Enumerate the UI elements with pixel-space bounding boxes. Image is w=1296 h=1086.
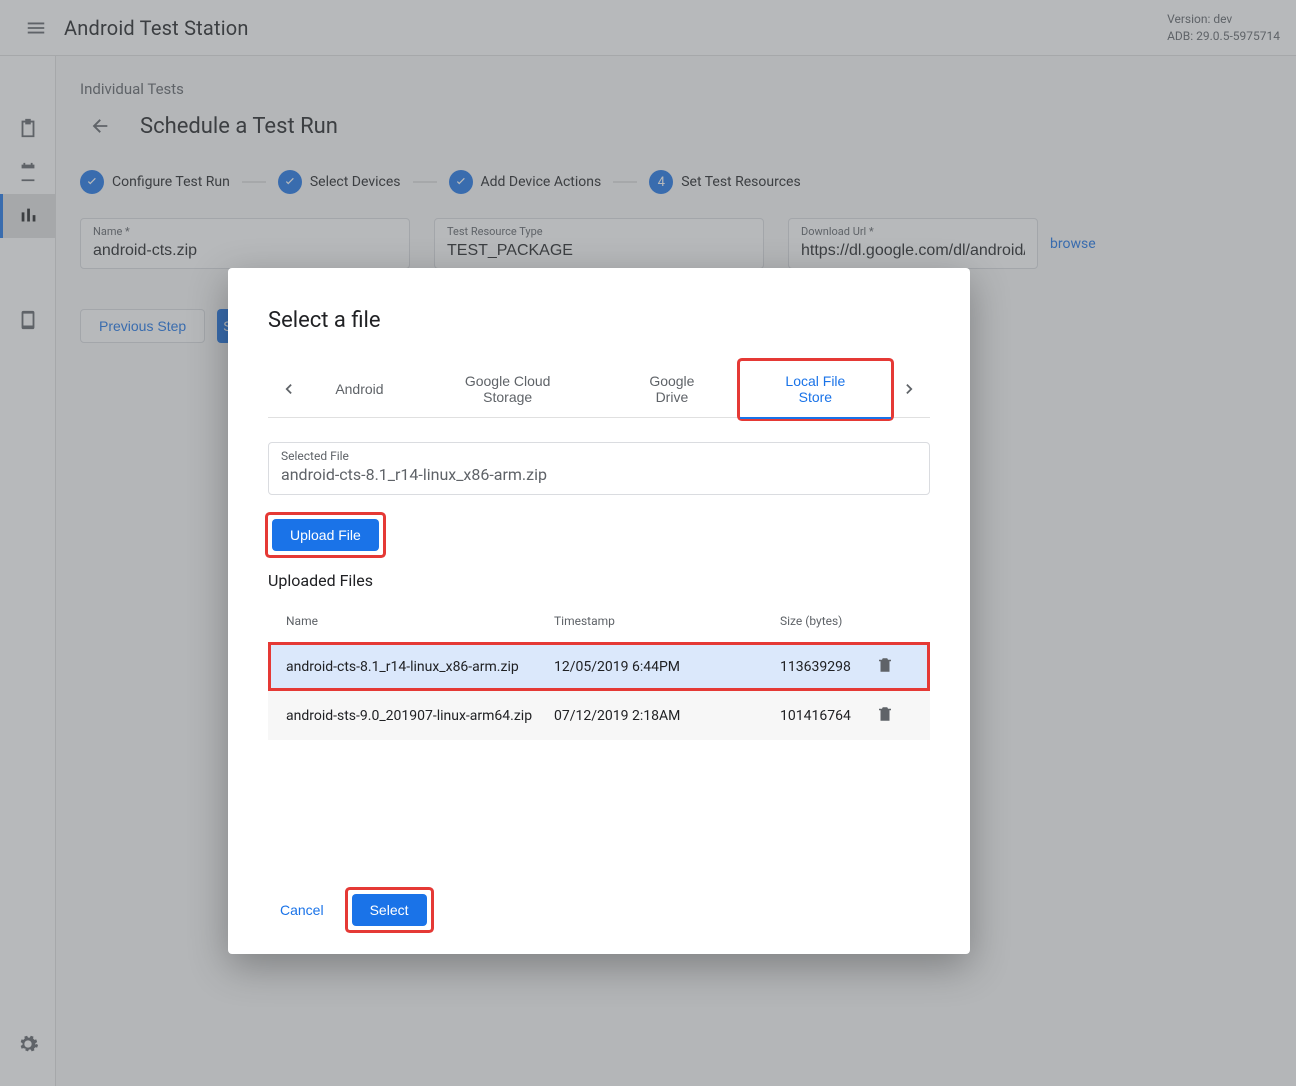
field-label: Selected File: [281, 449, 917, 463]
delete-icon: [876, 705, 894, 723]
cancel-button[interactable]: Cancel: [268, 894, 336, 926]
dialog-title: Select a file: [268, 308, 930, 333]
chevron-left-icon: [278, 379, 298, 399]
file-source-tabs: Android Google Cloud Storage Google Driv…: [268, 361, 930, 418]
upload-file-button[interactable]: Upload File: [272, 519, 379, 551]
col-header-timestamp: Timestamp: [554, 614, 780, 628]
tabs-prev-button[interactable]: [268, 369, 307, 409]
table-row[interactable]: android-cts-8.1_r14-linux_x86-arm.zip 12…: [268, 642, 930, 691]
table-header-row: Name Timestamp Size (bytes): [268, 600, 930, 642]
file-size-cell: 101416764: [780, 708, 870, 724]
table-row[interactable]: android-sts-9.0_201907-linux-arm64.zip 0…: [268, 691, 930, 740]
delete-file-button[interactable]: [876, 705, 894, 726]
col-header-size: Size (bytes): [780, 614, 870, 628]
selected-file-value: android-cts-8.1_r14-linux_x86-arm.zip: [281, 465, 917, 484]
selected-file-field[interactable]: Selected File android-cts-8.1_r14-linux_…: [268, 442, 930, 495]
tabs-next-button[interactable]: [891, 369, 930, 409]
select-button[interactable]: Select: [352, 894, 427, 926]
delete-icon: [876, 656, 894, 674]
file-timestamp-cell: 07/12/2019 2:18AM: [554, 708, 780, 724]
tab-local-file-store[interactable]: Local File Store: [740, 361, 891, 419]
file-size-cell: 113639298: [780, 659, 870, 675]
dialog-actions: Cancel Select: [268, 890, 930, 930]
tab-gcs[interactable]: Google Cloud Storage: [412, 361, 604, 417]
select-file-dialog: Select a file Android Google Cloud Stora…: [228, 268, 970, 954]
uploaded-files-table: Name Timestamp Size (bytes) android-cts-…: [268, 600, 930, 740]
file-timestamp-cell: 12/05/2019 6:44PM: [554, 659, 780, 675]
file-name-cell: android-sts-9.0_201907-linux-arm64.zip: [286, 708, 554, 724]
uploaded-files-heading: Uploaded Files: [268, 571, 930, 590]
delete-file-button[interactable]: [876, 656, 894, 677]
chevron-right-icon: [900, 379, 920, 399]
tab-android[interactable]: Android: [307, 369, 411, 409]
tab-drive[interactable]: Google Drive: [604, 361, 740, 417]
file-name-cell: android-cts-8.1_r14-linux_x86-arm.zip: [286, 659, 554, 675]
col-header-name: Name: [286, 614, 554, 628]
